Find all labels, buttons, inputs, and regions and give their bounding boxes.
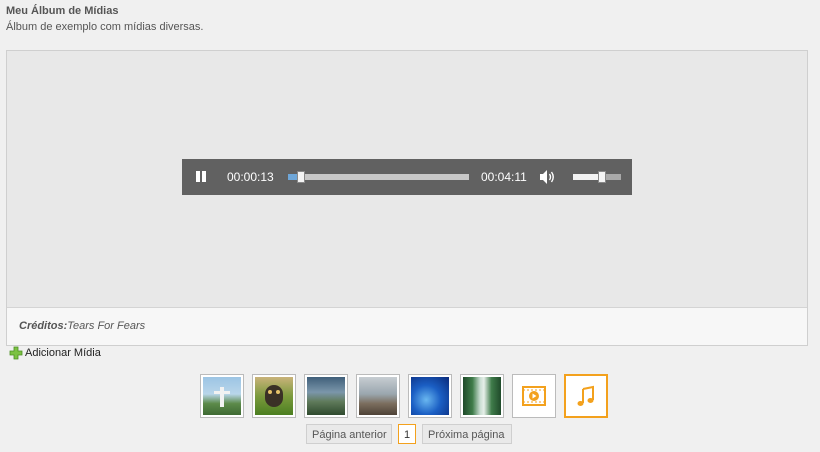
misty-landscape-photo: [359, 377, 397, 415]
current-time: 00:00:13: [227, 170, 274, 184]
owl-on-grass-photo: [255, 377, 293, 415]
speaker-icon[interactable]: [539, 169, 557, 185]
media-thumbnails: [200, 374, 610, 419]
thumbnail-misty[interactable]: [356, 374, 400, 418]
seek-bar[interactable]: [288, 171, 469, 183]
page-number[interactable]: 1: [398, 424, 416, 444]
video-icon: [515, 377, 553, 415]
volume-handle[interactable]: [598, 171, 606, 183]
thumbnail-sea[interactable]: [408, 374, 452, 418]
volume-slider[interactable]: [573, 171, 621, 183]
waterfall-forest-photo: [463, 377, 501, 415]
thumbnail-waterfall[interactable]: [460, 374, 504, 418]
credits-bar: Créditos:Tears For Fears: [7, 307, 807, 345]
seek-progress: [288, 174, 297, 180]
media-viewer: 00:00:13 00:04:11 Créditos:Tears For Fea…: [6, 50, 808, 346]
audio-player: 00:00:13 00:04:11: [182, 159, 632, 195]
thumbnail-christ-redeemer[interactable]: [200, 374, 244, 418]
thumbnail-video[interactable]: [512, 374, 556, 418]
album-title: Meu Álbum de Mídias: [6, 5, 119, 17]
duration-time: 00:04:11: [481, 170, 527, 184]
cloudy-mountain-photo: [307, 377, 345, 415]
seek-handle[interactable]: [297, 171, 305, 183]
next-page-button[interactable]: Próxima página: [422, 424, 512, 444]
add-plus-icon: [9, 346, 23, 360]
pause-icon-bar: [202, 171, 206, 182]
thumbnail-owl[interactable]: [252, 374, 296, 418]
credits-value: Tears For Fears: [67, 320, 146, 332]
thumbnail-audio-selected[interactable]: [564, 374, 608, 418]
previous-page-button[interactable]: Página anterior: [306, 424, 392, 444]
pause-icon: [196, 171, 200, 182]
pause-button[interactable]: [194, 170, 208, 184]
credits-label: Créditos:: [19, 320, 68, 332]
album-description: Álbum de exemplo com mídias diversas.: [6, 21, 204, 33]
add-media-label: Adicionar Mídia: [25, 347, 101, 359]
christ-redeemer-photo: [203, 377, 241, 415]
music-note-icon: [568, 378, 606, 416]
blue-sea-photo: [411, 377, 449, 415]
thumbnail-mountain[interactable]: [304, 374, 348, 418]
media-stage: 00:00:13 00:04:11: [7, 51, 807, 307]
